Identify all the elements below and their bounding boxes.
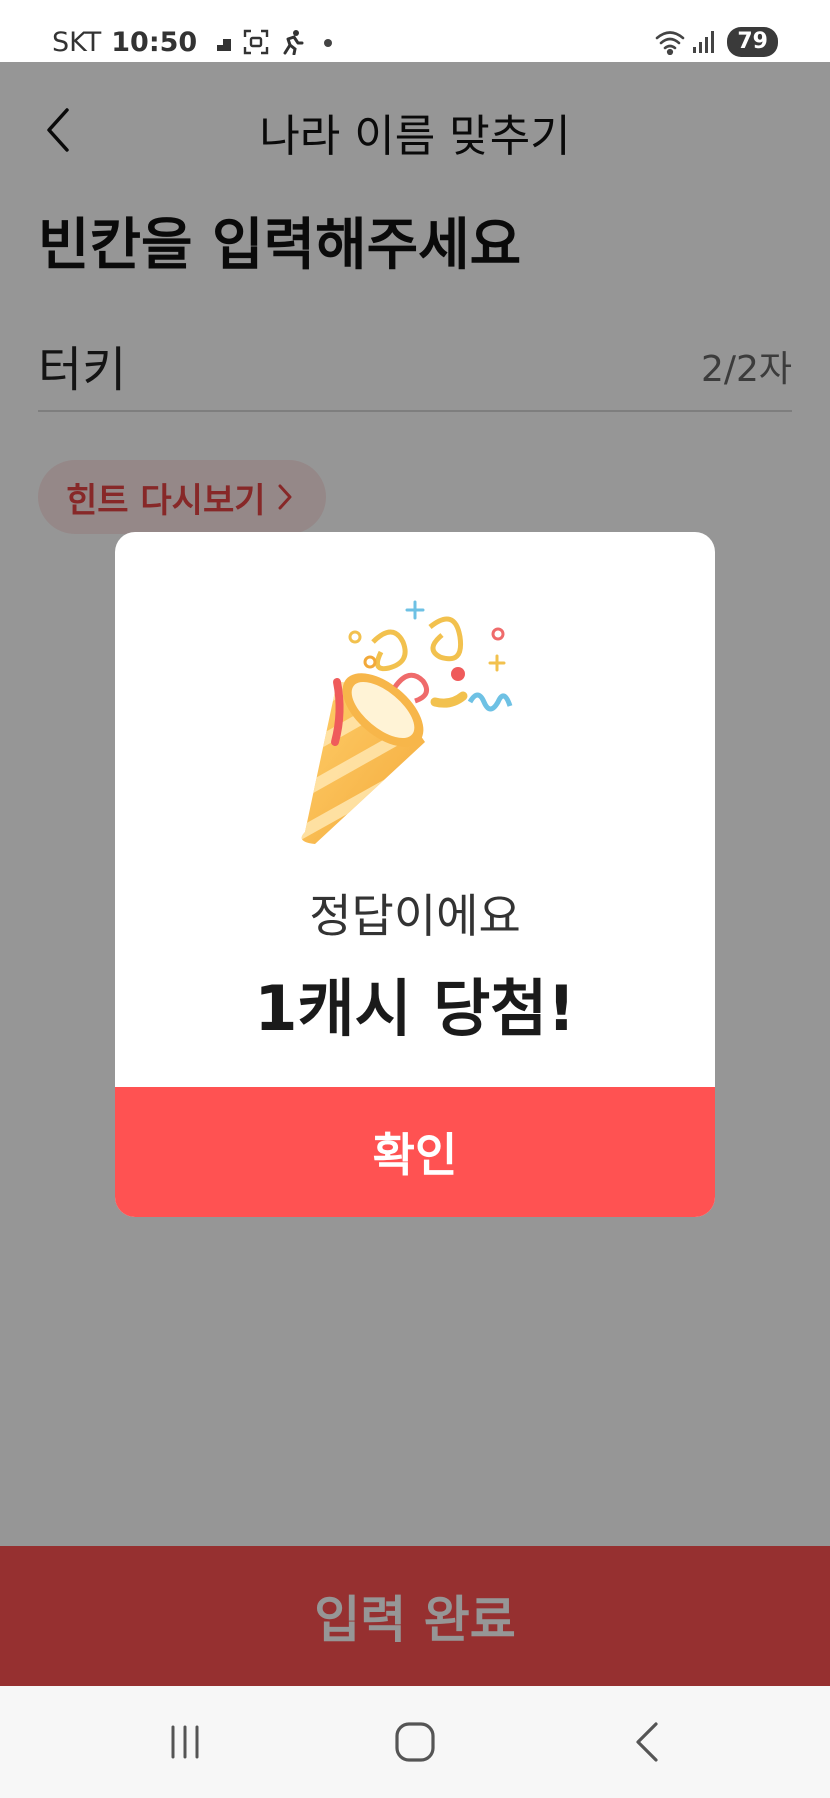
nav-back-button[interactable] [607,1708,687,1776]
home-icon [395,1722,435,1762]
result-modal: 정답이에요 1캐시 당첨! 확인 [115,532,715,1217]
party-popper-icon [265,592,565,862]
modal-subtitle: 정답이에요 [309,889,521,943]
clock: 10:50 [111,26,198,58]
battery-icon: 79 [727,27,778,57]
signal-icon [691,29,717,55]
wifi-icon [655,29,685,56]
status-right: 79 [655,22,778,62]
status-bar: SKT 10:50 79 [0,0,830,62]
confirm-label: 확인 [372,1128,458,1182]
runner-icon [279,29,305,56]
home-button[interactable] [375,1708,455,1776]
back-icon [636,1722,658,1762]
modal-title: 1캐시 당첨! [254,972,576,1045]
confirm-button[interactable]: 확인 [115,1087,715,1217]
notification-dot-icon [315,29,341,55]
recent-apps-icon [171,1725,199,1759]
recent-apps-button[interactable] [145,1708,225,1776]
screenshot-icon [243,29,269,55]
step-count-icon [207,29,233,55]
system-nav-bar [0,1686,830,1798]
status-left: SKT 10:50 [52,22,341,62]
carrier-label: SKT [52,26,102,58]
